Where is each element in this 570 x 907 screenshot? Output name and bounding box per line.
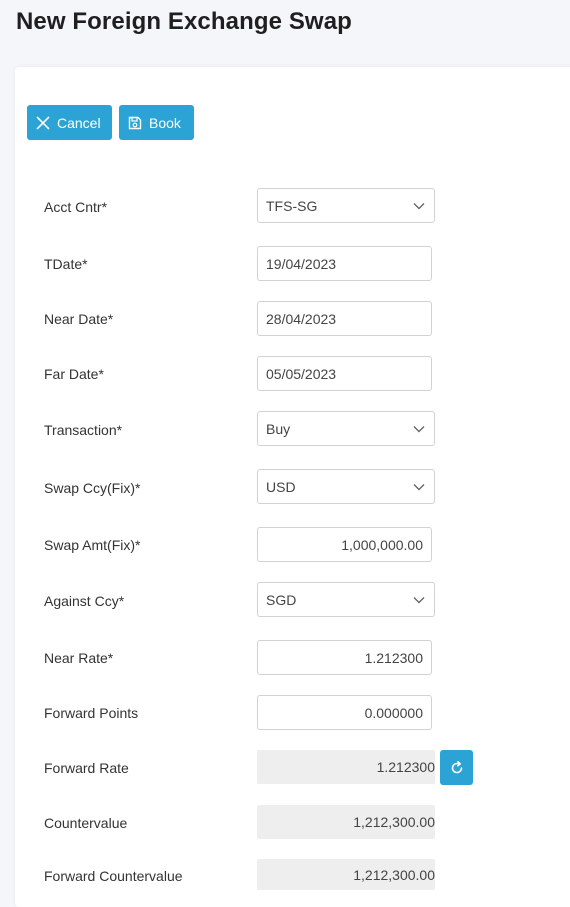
near-date-label: Near Date*	[44, 311, 114, 327]
forward-rate-value: 1.212300	[257, 750, 435, 784]
near-date-value: 28/04/2023	[266, 310, 337, 327]
forward-points-value: 0.000000	[364, 704, 423, 721]
tdate-label: TDate*	[44, 256, 88, 272]
far-date-value: 05/05/2023	[266, 365, 337, 382]
far-date-field[interactable]: 05/05/2023	[257, 356, 432, 391]
far-date-label: Far Date*	[44, 366, 104, 382]
chevron-down-icon	[412, 422, 426, 436]
acct-cntr-value: TFS-SG	[266, 197, 318, 214]
save-icon	[127, 115, 143, 131]
chevron-down-icon	[412, 199, 426, 213]
swap-amt-label: Swap Amt(Fix)*	[44, 537, 141, 553]
swap-amt-value: 1,000,000.00	[341, 536, 423, 553]
swap-ccy-value: USD	[266, 478, 296, 495]
cancel-button-label: Cancel	[57, 114, 101, 131]
transaction-select[interactable]: Buy	[257, 411, 435, 446]
page-title: New Foreign Exchange Swap	[16, 8, 352, 35]
against-ccy-select[interactable]: SGD	[257, 582, 435, 617]
forward-points-field[interactable]: 0.000000	[257, 695, 432, 730]
near-date-field[interactable]: 28/04/2023	[257, 301, 432, 336]
cancel-button[interactable]: Cancel	[27, 105, 112, 140]
book-button[interactable]: Book	[119, 105, 194, 140]
countervalue-label: Countervalue	[44, 815, 128, 831]
refresh-icon	[449, 760, 465, 776]
forward-rate-label: Forward Rate	[44, 760, 129, 776]
close-icon	[35, 115, 51, 131]
against-ccy-label: Against Ccy*	[44, 593, 125, 609]
countervalue-value: 1,212,300.00	[257, 805, 435, 839]
chevron-down-icon	[412, 480, 426, 494]
tdate-value: 19/04/2023	[266, 255, 337, 272]
tdate-field[interactable]: 19/04/2023	[257, 246, 432, 281]
transaction-label: Transaction*	[44, 422, 123, 438]
chevron-down-icon	[412, 593, 426, 607]
near-rate-field[interactable]: 1.212300	[257, 640, 432, 675]
book-button-label: Book	[149, 114, 181, 131]
swap-amt-field[interactable]: 1,000,000.00	[257, 527, 432, 562]
near-rate-label: Near Rate*	[44, 650, 114, 666]
forward-points-label: Forward Points	[44, 705, 139, 721]
swap-ccy-select[interactable]: USD	[257, 469, 435, 504]
forward-countervalue-value: 1,212,300.00	[257, 859, 435, 890]
near-rate-value: 1.212300	[364, 649, 423, 666]
refresh-button[interactable]	[440, 750, 473, 785]
against-ccy-value: SGD	[266, 591, 297, 608]
swap-ccy-label: Swap Ccy(Fix)*	[44, 480, 141, 496]
acct-cntr-select[interactable]: TFS-SG	[257, 188, 435, 223]
transaction-value: Buy	[266, 420, 291, 437]
acct-cntr-label: Acct Cntr*	[44, 199, 108, 215]
forward-countervalue-label: Forward Countervalue	[44, 868, 183, 884]
